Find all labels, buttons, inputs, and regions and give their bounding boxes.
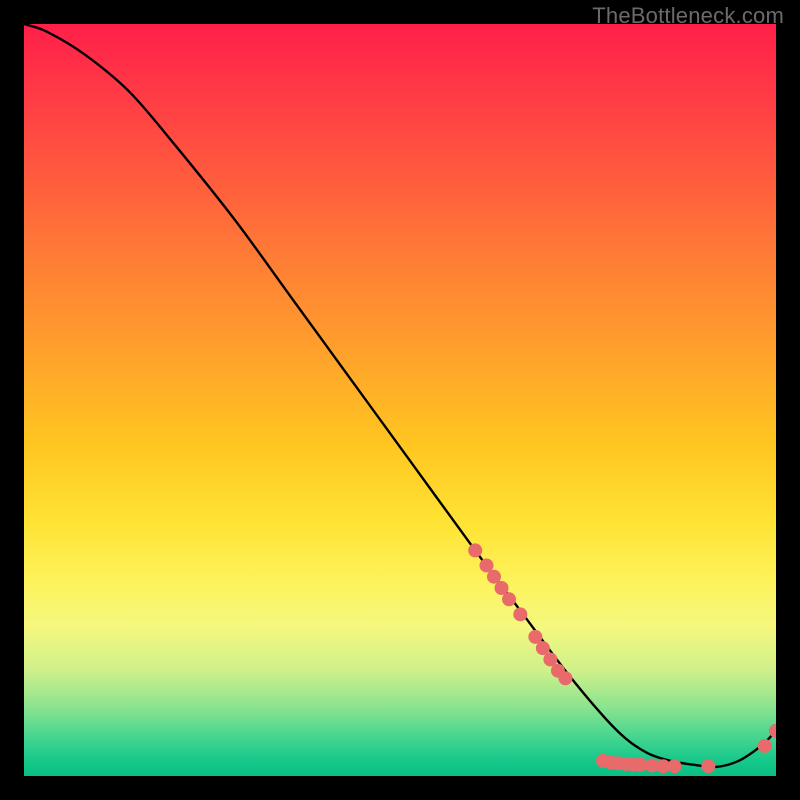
curve-marker <box>667 759 681 773</box>
curve-marker <box>558 671 572 685</box>
curve-marker <box>758 739 772 753</box>
curve-marker <box>513 607 527 621</box>
curve-markers <box>468 543 776 773</box>
chart-overlay <box>24 24 776 776</box>
chart-frame: TheBottleneck.com <box>0 0 800 800</box>
curve-marker <box>502 592 516 606</box>
curve-marker <box>468 543 482 557</box>
plot-area <box>24 24 776 776</box>
curve-marker <box>701 759 715 773</box>
bottleneck-curve <box>24 24 776 767</box>
watermark-text: TheBottleneck.com <box>592 3 784 29</box>
